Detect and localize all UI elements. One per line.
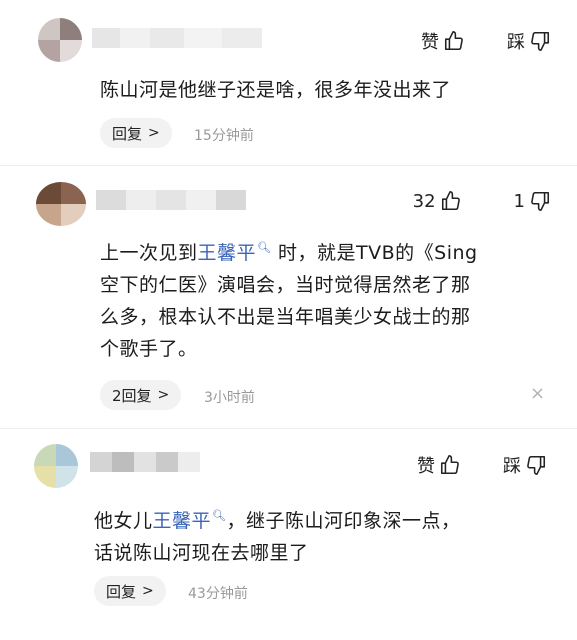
username-blurred[interactable]	[90, 452, 200, 472]
comment-actions: 赞 踩	[421, 28, 551, 54]
replies-count-label: 2回复	[112, 386, 152, 405]
reply-label: 回复	[112, 124, 143, 143]
search-icon: 🔍︎	[257, 241, 272, 254]
comment-text: 陈山河是他继子还是啥，很多年没出来了	[100, 79, 452, 101]
dislike-button[interactable]: 踩	[503, 452, 547, 478]
dislike-label: 踩	[507, 32, 525, 53]
reply-label: 回复	[106, 582, 137, 601]
avatar[interactable]	[38, 18, 82, 62]
timestamp: 15分钟前	[194, 128, 254, 144]
comment-text: 他女儿王馨平🔍︎，继子陈山河印象深一点， 话说陈山河现在去哪里了	[94, 509, 461, 564]
comment-list: 赞 踩 陈山河是他继子还是啥，很多年没出来了 回复 > 15分钟前 32 1 上…	[0, 0, 577, 640]
thumbs-down-icon	[531, 191, 550, 211]
thumbs-down-icon	[527, 455, 546, 475]
timestamp: 3小时前	[204, 390, 255, 406]
username-blurred[interactable]	[92, 28, 262, 48]
dislike-button[interactable]: 踩	[507, 28, 551, 54]
like-button[interactable]: 赞	[417, 452, 461, 478]
comment-text: 上一次见到王馨平🔍︎ 时，就是TVB的《Sing 空下的仁医》演唱会，当时觉得居…	[100, 241, 478, 360]
comment-actions: 32 1	[413, 190, 551, 212]
like-label: 赞	[421, 32, 439, 53]
thumbs-up-icon	[440, 455, 459, 475]
comment-actions: 赞 踩	[417, 452, 547, 478]
divider	[0, 165, 577, 166]
dislike-label: 踩	[503, 456, 521, 477]
username-blurred[interactable]	[96, 190, 246, 210]
avatar[interactable]	[34, 444, 78, 488]
thumbs-up-icon	[444, 31, 463, 51]
chevron-right-icon: >	[157, 387, 170, 403]
dislike-button[interactable]: 1	[514, 190, 551, 212]
reply-button[interactable]: 回复 >	[100, 118, 172, 148]
chevron-right-icon: >	[142, 583, 154, 599]
divider	[0, 428, 577, 429]
timestamp: 43分钟前	[188, 586, 248, 602]
mention-link[interactable]: 王馨平🔍︎	[198, 241, 272, 264]
like-count: 32	[412, 190, 436, 212]
thumbs-up-icon	[441, 191, 460, 211]
mention-link[interactable]: 王馨平🔍︎	[153, 509, 227, 532]
avatar[interactable]	[36, 182, 86, 226]
like-button[interactable]: 32	[413, 190, 462, 212]
comment-1: 赞 踩 陈山河是他继子还是啥，很多年没出来了 回复 > 15分钟前	[0, 0, 577, 170]
like-label: 赞	[417, 456, 435, 477]
close-icon[interactable]: ×	[530, 383, 545, 404]
replies-button[interactable]: 2回复 >	[100, 380, 182, 410]
search-icon: 🔍︎	[212, 509, 227, 522]
reply-button[interactable]: 回复 >	[94, 576, 166, 606]
like-button[interactable]: 赞	[421, 28, 465, 54]
chevron-right-icon: >	[148, 125, 160, 141]
dislike-count: 1	[513, 190, 525, 212]
thumbs-down-icon	[531, 31, 550, 51]
